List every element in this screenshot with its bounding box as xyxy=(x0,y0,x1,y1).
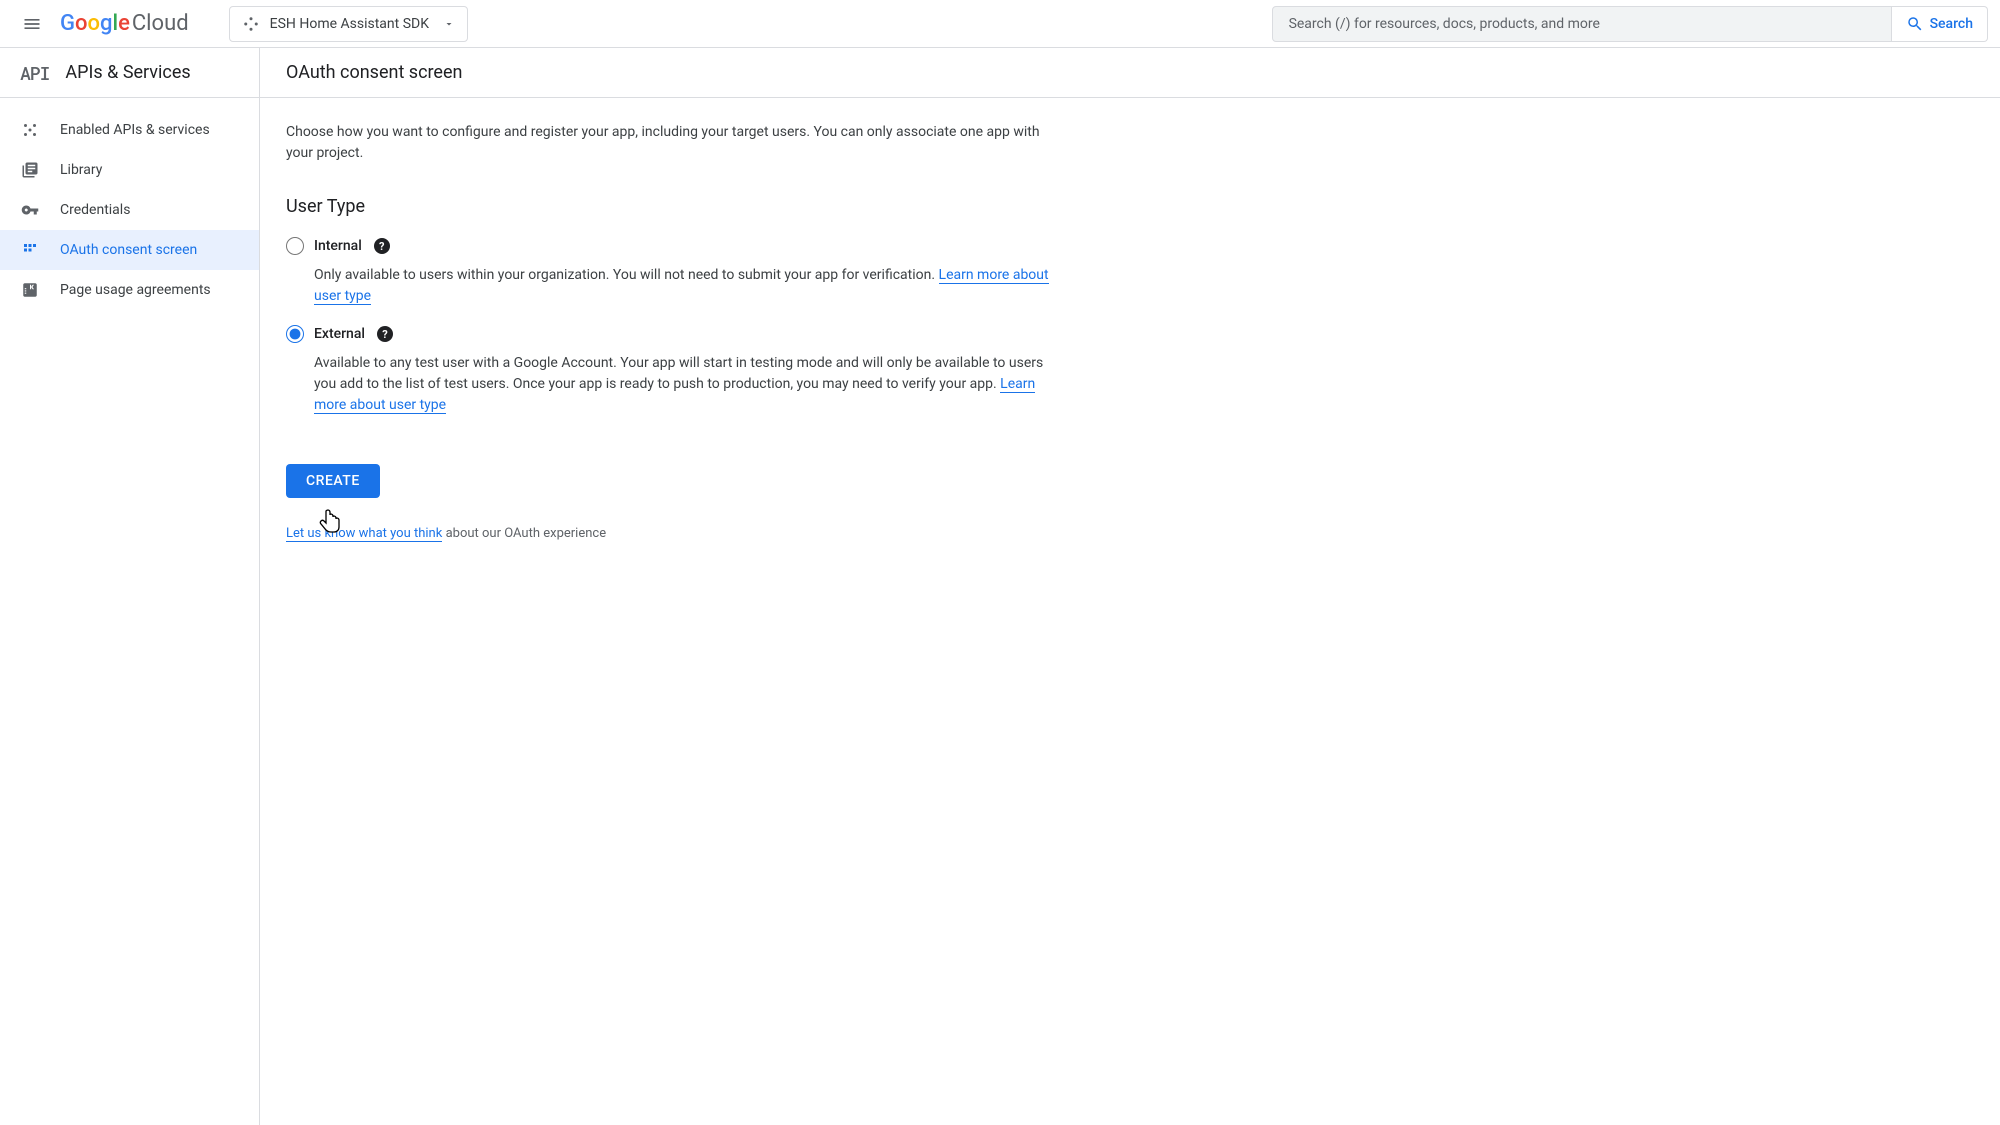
google-cloud-logo[interactable]: Google Cloud xyxy=(60,11,189,36)
radio-internal-label: Internal xyxy=(314,238,362,254)
main-content: OAuth consent screen Choose how you want… xyxy=(260,48,2000,1125)
project-name-label: ESH Home Assistant SDK xyxy=(270,16,429,32)
feedback-link[interactable]: Let us know what you think xyxy=(286,526,442,542)
radio-option-internal: Internal ? Only available to users withi… xyxy=(286,237,1064,307)
library-icon xyxy=(20,160,40,180)
external-description: Available to any test user with a Google… xyxy=(314,353,1064,416)
project-icon xyxy=(242,15,260,33)
sidebar-title: APIs & Services xyxy=(65,62,190,83)
sidebar-item-label: Credentials xyxy=(60,202,130,218)
radio-external-label: External xyxy=(314,326,365,342)
sidebar-item-library[interactable]: Library xyxy=(0,150,259,190)
menu-icon xyxy=(22,14,42,34)
page-title: OAuth consent screen xyxy=(286,62,462,83)
api-logo-icon: API xyxy=(20,61,49,85)
main-header: OAuth consent screen xyxy=(260,48,2000,98)
sidebar-item-credentials[interactable]: Credentials xyxy=(0,190,259,230)
top-header: Google Cloud ESH Home Assistant SDK Sear… xyxy=(0,0,2000,48)
sidebar-item-label: Library xyxy=(60,162,102,178)
radio-external[interactable] xyxy=(286,325,304,343)
sidebar-item-enabled-apis[interactable]: Enabled APIs & services xyxy=(0,110,259,150)
sidebar-item-label: OAuth consent screen xyxy=(60,242,197,258)
oauth-consent-icon xyxy=(20,240,40,260)
project-selector[interactable]: ESH Home Assistant SDK xyxy=(229,6,468,42)
sidebar-header: API APIs & Services xyxy=(0,48,259,98)
hamburger-menu-button[interactable] xyxy=(12,4,52,44)
intro-text: Choose how you want to configure and reg… xyxy=(286,122,1064,164)
chevron-down-icon xyxy=(443,18,455,30)
search-button[interactable]: Search xyxy=(1892,6,1988,42)
page-usage-icon xyxy=(20,280,40,300)
logo-cloud-text: Cloud xyxy=(132,11,189,36)
search-button-label: Search xyxy=(1930,16,1973,32)
feedback-text: Let us know what you think about our OAu… xyxy=(286,526,1064,541)
search-container: Search xyxy=(1272,6,1988,42)
search-icon xyxy=(1906,15,1924,33)
radio-option-external: External ? Available to any test user wi… xyxy=(286,325,1064,416)
sidebar-item-label: Enabled APIs & services xyxy=(60,122,210,138)
radio-internal[interactable] xyxy=(286,237,304,255)
help-icon[interactable]: ? xyxy=(374,238,390,254)
sidebar-item-oauth-consent[interactable]: OAuth consent screen xyxy=(0,230,259,270)
logo-google-text: Google xyxy=(60,11,130,36)
search-input[interactable] xyxy=(1272,6,1892,42)
enabled-apis-icon xyxy=(20,120,40,140)
sidebar-item-label: Page usage agreements xyxy=(60,282,211,298)
help-icon[interactable]: ? xyxy=(377,326,393,342)
internal-description: Only available to users within your orga… xyxy=(314,265,1064,307)
credentials-icon xyxy=(20,200,40,220)
create-button[interactable]: CREATE xyxy=(286,464,380,498)
user-type-heading: User Type xyxy=(286,196,1064,217)
sidebar: API APIs & Services Enabled APIs & servi… xyxy=(0,48,260,1125)
sidebar-item-page-usage[interactable]: Page usage agreements xyxy=(0,270,259,310)
